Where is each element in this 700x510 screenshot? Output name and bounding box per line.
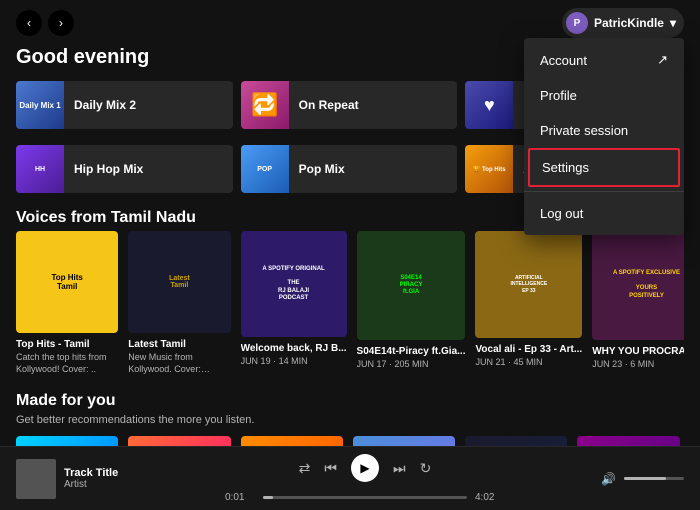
volume-fill	[624, 477, 666, 480]
card-title-vocal-ali: Vocal ali - Ep 33 - Art...	[475, 344, 582, 355]
card-desc-rj-balaji: JUN 19 · 14 MIN	[241, 356, 347, 368]
card-latest-tamil[interactable]: LatestTamil Latest Tamil New Music from …	[128, 231, 230, 376]
player-buttons: ⇄ ⏮ ▶ ⏭ ↻	[299, 454, 432, 482]
volume-icon: 🔊	[601, 472, 616, 486]
player-now-playing: Track Title Artist	[16, 459, 166, 499]
user-menu-button[interactable]: P PatricKindle ▾	[562, 8, 684, 38]
previous-button[interactable]: ⏮	[324, 460, 337, 477]
now-playing-title: Track Title	[64, 467, 118, 479]
voices-grid: Top HitsTamil Top Hits - Tamil Catch the…	[16, 231, 684, 376]
playlist-name-daily1: Daily Mix 2	[64, 98, 146, 112]
playlist-thumb-repeat: 🔁	[241, 81, 289, 129]
playlist-thumb-aperitivo: 🏆 Top Hits	[465, 145, 513, 193]
volume-track[interactable]	[624, 477, 684, 480]
forward-button[interactable]: ›	[48, 10, 74, 36]
private-session-label: Private session	[540, 123, 628, 138]
dropdown-private-session[interactable]: Private session	[524, 113, 684, 148]
card-top-hits-tamil[interactable]: Top HitsTamil Top Hits - Tamil Catch the…	[16, 231, 118, 376]
playlist-thumb-liked: ♥	[465, 81, 513, 129]
player-volume: 🔊	[564, 472, 684, 486]
card-thumb-vocal-ali: ARTIFICIALINTELLIGENCEEP 33	[475, 231, 582, 338]
card-thumb-latest-tamil: LatestTamil	[128, 231, 230, 333]
card-piracy[interactable]: S04E14PIRACYft.GIA S04E14t-Piracy ft.Gia…	[357, 231, 466, 376]
user-name: PatricKindle	[594, 16, 664, 30]
now-playing-info: Track Title Artist	[64, 467, 118, 490]
back-button[interactable]: ‹	[16, 10, 42, 36]
external-link-icon: ↗	[657, 52, 668, 68]
player-controls: ⇄ ⏮ ▶ ⏭ ↻ 0:01 4:02	[176, 454, 554, 503]
card-title-procras: WHY YOU PROCRAS...	[592, 346, 684, 357]
card-desc-procras: JUN 23 · 6 MIN	[592, 359, 684, 371]
card-desc-top-hits-tamil: Catch the top hits from Kollywood! Cover…	[16, 352, 118, 375]
playlist-thumb-pop: POP	[241, 145, 289, 193]
play-button[interactable]: ▶	[351, 454, 379, 482]
card-thumb-procras: A SPOTIFY EXCLUSIVEYOURSPOSITIVELY	[592, 231, 684, 340]
progress-bar-container: 0:01 4:02	[225, 492, 505, 503]
playlist-name-hiphop: Hip Hop Mix	[64, 162, 153, 176]
repeat-icon: 🔁	[251, 92, 278, 118]
playlist-card-pop[interactable]: POP Pop Mix	[241, 145, 458, 193]
card-title-piracy: S04E14t-Piracy ft.Gia...	[357, 346, 466, 357]
shuffle-button[interactable]: ⇄	[299, 460, 311, 477]
mfy-section-subtitle: Get better recommendations the more you …	[16, 414, 684, 426]
dropdown-settings[interactable]: Settings	[528, 148, 680, 187]
card-desc-latest-tamil: New Music from Kollywood. Cover: Vallmai	[128, 352, 230, 375]
profile-label: Profile	[540, 88, 577, 103]
card-thumb-piracy: S04E14PIRACYft.GIA	[357, 231, 466, 340]
time-current: 0:01	[225, 492, 255, 503]
playlist-card-hiphop[interactable]: HH Hip Hop Mix	[16, 145, 233, 193]
next-button[interactable]: ⏭	[393, 460, 406, 477]
card-vocal-ali[interactable]: ARTIFICIALINTELLIGENCEEP 33 Vocal ali - …	[475, 231, 582, 376]
card-thumb-top-hits-tamil: Top HitsTamil	[16, 231, 118, 333]
playlist-name-repeat: On Repeat	[289, 98, 369, 112]
progress-fill	[263, 496, 273, 499]
now-playing-artist: Artist	[64, 479, 118, 490]
playlist-name-pop: Pop Mix	[289, 162, 355, 176]
dropdown-divider	[524, 191, 684, 192]
dropdown-account[interactable]: Account ↗	[524, 42, 684, 78]
playlist-card-daily1[interactable]: Daily Mix 1 Daily Mix 2	[16, 81, 233, 129]
account-label: Account	[540, 53, 587, 68]
dropdown-menu: Account ↗ Profile Private session Settin…	[524, 38, 684, 235]
progress-track[interactable]	[263, 496, 467, 499]
card-thumb-rj-balaji: A SPOTIFY ORIGINALTHERJ BALAJIPODCAST	[241, 231, 347, 337]
nav-arrows: ‹ ›	[16, 10, 74, 36]
heart-icon: ♥	[484, 95, 495, 116]
card-title-latest-tamil: Latest Tamil	[128, 339, 230, 350]
card-desc-piracy: JUN 17 · 205 MIN	[357, 359, 466, 371]
now-playing-thumbnail	[16, 459, 56, 499]
card-rj-balaji[interactable]: A SPOTIFY ORIGINALTHERJ BALAJIPODCAST We…	[241, 231, 347, 376]
card-title-top-hits-tamil: Top Hits - Tamil	[16, 339, 118, 350]
playlist-thumb-daily1: Daily Mix 1	[16, 81, 64, 129]
playlist-card-repeat[interactable]: 🔁 On Repeat	[241, 81, 458, 129]
card-desc-vocal-ali: JUN 21 · 45 MIN	[475, 357, 582, 369]
settings-label: Settings	[542, 160, 589, 175]
card-title-rj-balaji: Welcome back, RJ B...	[241, 343, 347, 354]
dropdown-logout[interactable]: Log out	[524, 196, 684, 231]
player-bar: Track Title Artist ⇄ ⏮ ▶ ⏭ ↻ 0:01 4:02 🔊	[0, 446, 700, 510]
playlist-thumb-hiphop: HH	[16, 145, 64, 193]
logout-label: Log out	[540, 206, 583, 221]
repeat-button[interactable]: ↻	[420, 460, 432, 477]
user-avatar: P	[566, 12, 588, 34]
dropdown-profile[interactable]: Profile	[524, 78, 684, 113]
time-total: 4:02	[475, 492, 505, 503]
card-procras[interactable]: A SPOTIFY EXCLUSIVEYOURSPOSITIVELY WHY Y…	[592, 231, 684, 376]
chevron-down-icon: ▾	[670, 16, 676, 30]
mfy-section-title: Made for you	[16, 392, 684, 410]
